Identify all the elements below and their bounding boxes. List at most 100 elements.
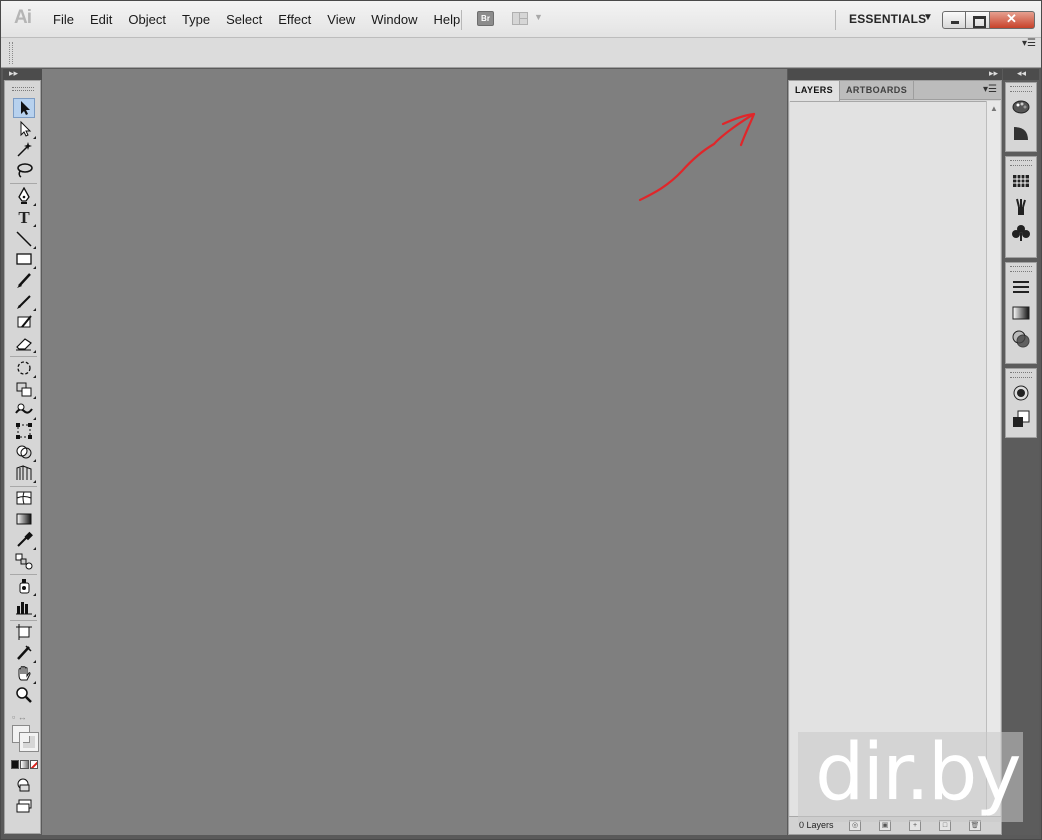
blob-brush-tool-icon[interactable] (13, 313, 35, 333)
menu-separator (835, 10, 836, 30)
chevron-down-icon: ▼ (534, 12, 543, 22)
scroll-up-icon[interactable]: ▲ (990, 104, 998, 113)
expand-dock-icon[interactable]: ◂◂ (1017, 68, 1026, 79)
artboard-canvas[interactable] (42, 69, 787, 835)
collapse-panel-icon[interactable]: ▸▸ (989, 68, 998, 79)
eyedropper-tool-icon[interactable] (13, 531, 36, 551)
stroke-icon[interactable] (1011, 277, 1031, 297)
watermark: dir.by (798, 728, 1023, 822)
paintbrush-tool-icon[interactable] (13, 271, 35, 291)
toolbar-header: ▸▸ (3, 68, 42, 80)
default-colors-icon[interactable]: ▫ ↔ (12, 712, 27, 722)
blend-tool-icon[interactable] (13, 552, 35, 572)
type-tool-icon[interactable]: T (13, 208, 36, 228)
layers-panel: LAYERS ARTBOARDS ▾☰ ▲ ▼ 0 Layers ◎ ▣ + □… (788, 80, 1002, 835)
rectangle-tool-icon[interactable] (13, 250, 36, 270)
rotate-tool-icon[interactable] (13, 359, 36, 379)
chevron-down-icon[interactable]: ▼ (923, 12, 933, 23)
dock-group-swatches (1005, 156, 1037, 258)
color-mode-icon[interactable] (11, 760, 20, 769)
fill-stroke-control[interactable] (12, 725, 39, 752)
column-graph-tool-icon[interactable] (13, 598, 36, 618)
magic-wand-tool-icon[interactable] (13, 140, 35, 160)
dock-group-grip[interactable] (1010, 372, 1032, 378)
scale-tool-icon[interactable] (13, 380, 36, 400)
panel-dock-header: ▸▸ (788, 68, 1002, 80)
layers-list[interactable] (790, 101, 986, 816)
menu-separator (461, 10, 462, 30)
gradient-icon[interactable] (1011, 303, 1031, 323)
appearance-icon[interactable] (1011, 383, 1031, 403)
eraser-tool-icon[interactable] (13, 334, 36, 354)
icon-dock-header: ◂◂ (1003, 68, 1039, 80)
toolbar-separator (10, 574, 37, 575)
hand-tool-icon[interactable] (13, 665, 36, 685)
menu-object[interactable]: Object (120, 8, 174, 32)
app-logo: Ai (14, 7, 32, 28)
dock-group-grip[interactable] (1010, 86, 1032, 92)
transparency-icon[interactable] (1011, 329, 1031, 349)
workspace-switcher[interactable]: ESSENTIALS (849, 12, 926, 26)
draw-mode-icon[interactable] (13, 775, 35, 795)
window-controls: ✕ (942, 11, 1035, 29)
control-bar-grip[interactable] (9, 42, 13, 64)
symbols-icon[interactable] (1011, 223, 1031, 243)
bridge-button[interactable]: Br (477, 11, 494, 26)
free-transform-tool-icon[interactable] (13, 422, 35, 442)
arrange-documents-button[interactable]: ▼ (512, 11, 546, 27)
menu-edit[interactable]: Edit (82, 8, 120, 32)
minimize-button[interactable] (942, 11, 966, 29)
screen-mode-icon[interactable] (13, 797, 35, 817)
illustrator-window: Ai File Edit Object Type Select Effect V… (0, 0, 1042, 840)
control-bar-menu-icon[interactable]: ▾☰ (1022, 38, 1036, 49)
tools-grip[interactable] (12, 87, 34, 91)
shape-builder-tool-icon[interactable] (13, 443, 36, 463)
layers-scrollbar[interactable]: ▲ ▼ (986, 101, 1000, 816)
dock-group-color (1005, 82, 1037, 152)
control-bar: ▾☰ (1, 38, 1041, 68)
symbol-sprayer-tool-icon[interactable] (13, 577, 36, 597)
color-icon[interactable] (1011, 97, 1031, 117)
lasso-tool-icon[interactable] (13, 161, 35, 181)
tab-artboards[interactable]: ARTBOARDS (840, 81, 915, 100)
menu-file[interactable]: File (45, 8, 82, 32)
pencil-tool-icon[interactable] (13, 292, 36, 312)
pen-tool-icon[interactable] (13, 186, 36, 207)
selection-tool-icon[interactable] (13, 98, 35, 118)
mesh-tool-icon[interactable] (13, 489, 35, 509)
toolbar-separator (10, 356, 37, 357)
artboard-tool-icon[interactable] (13, 623, 35, 643)
expand-panel-icon[interactable]: ▸▸ (9, 68, 18, 79)
perspective-grid-tool-icon[interactable] (13, 464, 36, 484)
tools-panel: T ▫ ↔ (4, 80, 41, 834)
slice-tool-icon[interactable] (13, 644, 36, 664)
gradient-mode-icon[interactable] (20, 760, 29, 769)
arrange-grid-icon (512, 12, 528, 25)
tab-layers[interactable]: LAYERS (789, 81, 841, 101)
maximize-button[interactable] (966, 11, 990, 29)
dock-group-grip[interactable] (1010, 266, 1032, 272)
panel-menu-icon[interactable]: ▾☰ (983, 84, 997, 95)
menu-effect[interactable]: Effect (270, 8, 319, 32)
annotation-arrow (638, 112, 756, 202)
menu-type[interactable]: Type (174, 8, 218, 32)
gradient-tool-icon[interactable] (13, 510, 35, 530)
zoom-tool-icon[interactable] (13, 686, 35, 706)
none-mode-icon[interactable] (29, 760, 38, 769)
close-button[interactable]: ✕ (990, 11, 1035, 29)
watermark-text: dir.by (815, 728, 1022, 818)
menu-view[interactable]: View (319, 8, 363, 32)
color-mode-buttons (11, 760, 39, 770)
menu-select[interactable]: Select (218, 8, 270, 32)
toolbar-separator (10, 183, 37, 184)
warp-tool-icon[interactable] (13, 401, 36, 421)
dock-group-grip[interactable] (1010, 160, 1032, 166)
direct-selection-tool-icon[interactable] (13, 120, 36, 140)
stroke-swatch[interactable] (19, 732, 39, 752)
line-segment-tool-icon[interactable] (13, 230, 36, 250)
brushes-icon[interactable] (1011, 197, 1031, 217)
menu-window[interactable]: Window (363, 8, 425, 32)
swatches-icon[interactable] (1011, 171, 1031, 191)
color-guide-icon[interactable] (1011, 123, 1031, 143)
graphic-styles-icon[interactable] (1011, 409, 1031, 429)
